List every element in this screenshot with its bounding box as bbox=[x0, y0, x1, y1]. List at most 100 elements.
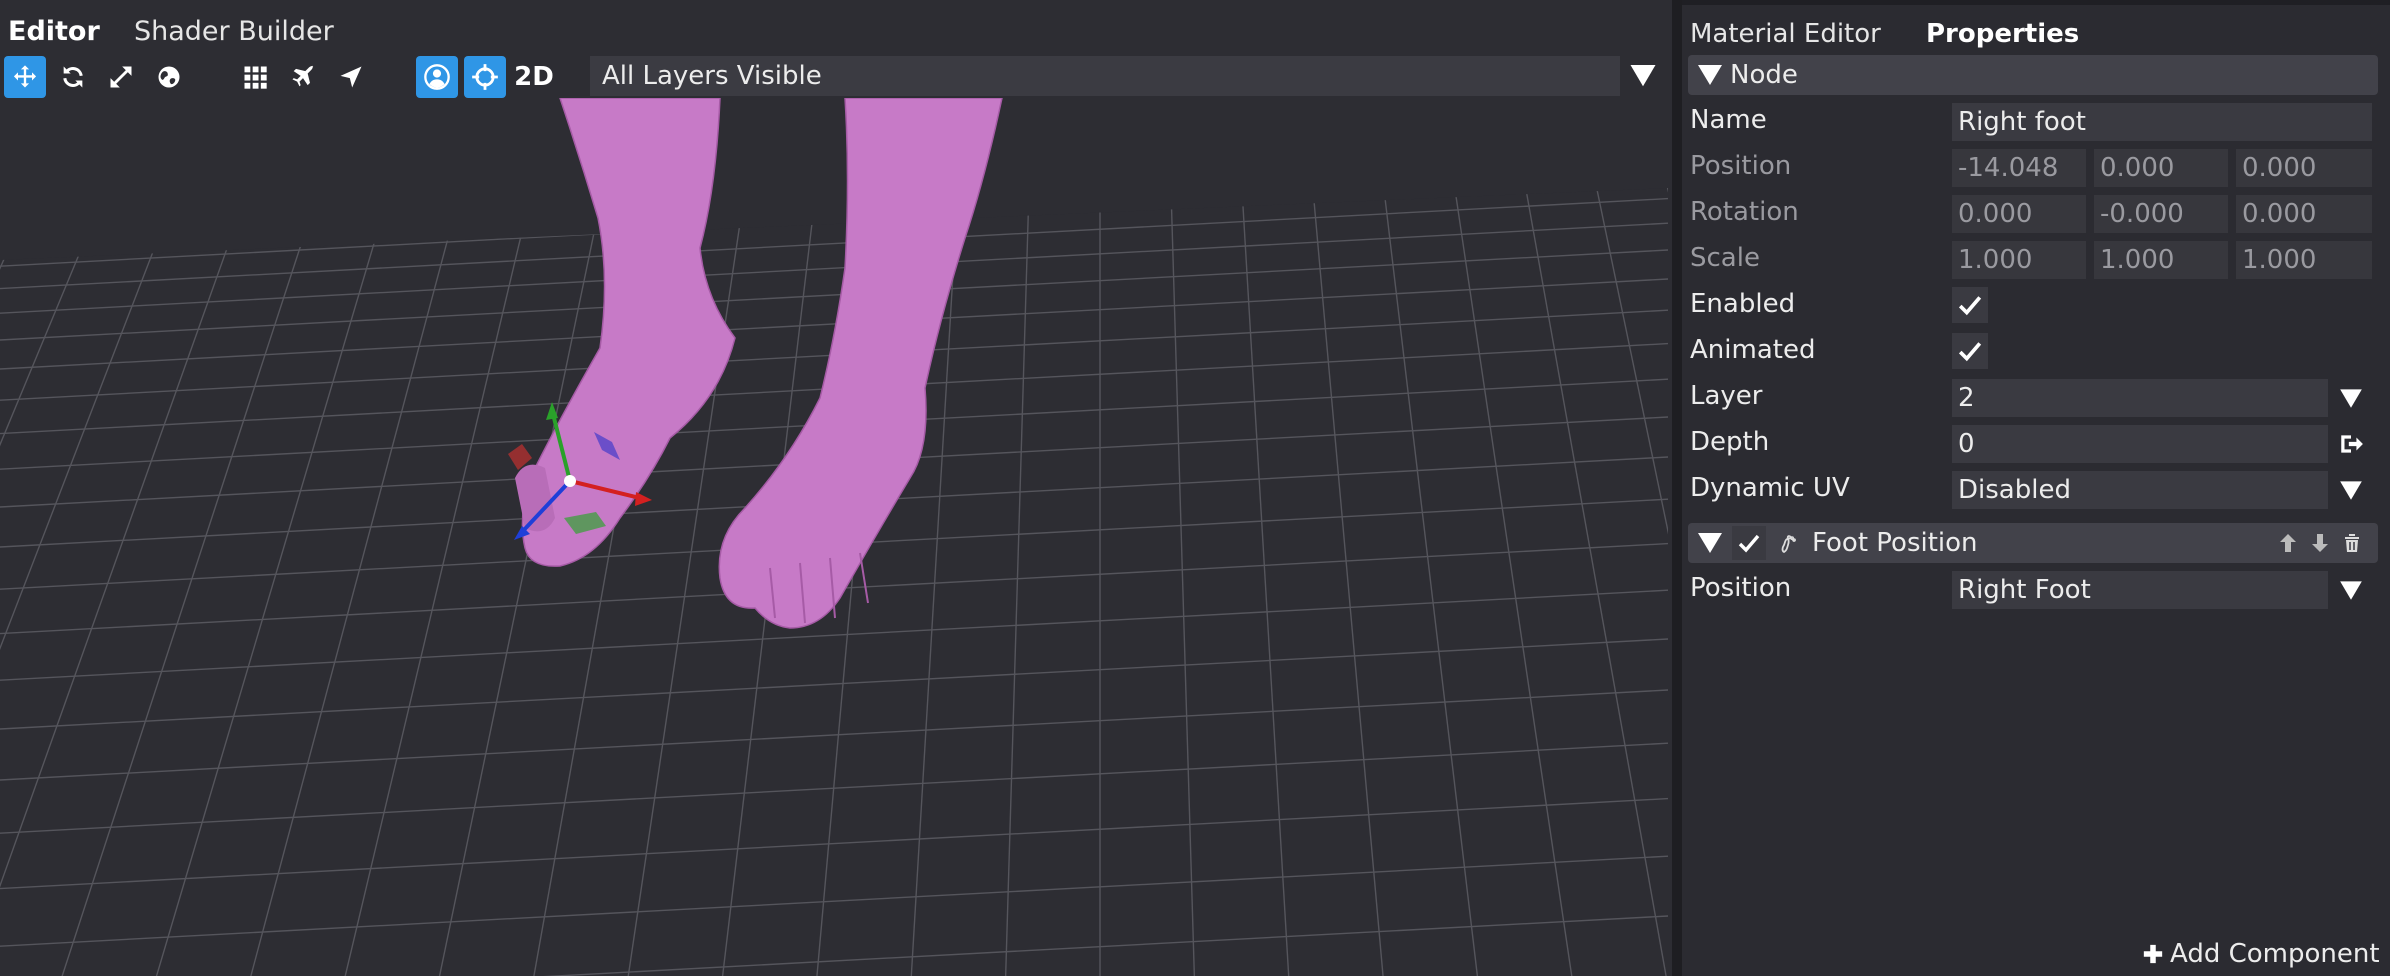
dropdown-arrow-icon[interactable] bbox=[2338, 577, 2364, 603]
pane-splitter[interactable] bbox=[1672, 0, 1682, 976]
collapse-triangle-icon[interactable] bbox=[1698, 65, 1722, 85]
grid-line bbox=[1100, 98, 1668, 976]
grid-line bbox=[1100, 98, 1668, 976]
grid-line bbox=[1100, 98, 1668, 976]
tab-material-editor[interactable]: Material Editor bbox=[1690, 19, 1881, 49]
depth-input[interactable]: 0 bbox=[1952, 425, 2328, 463]
rotation-z-input[interactable]: 0.000 bbox=[2236, 195, 2372, 233]
tab-editor[interactable]: Editor bbox=[8, 16, 100, 47]
scale-row: Scale 1.000 1.000 1.000 bbox=[1682, 237, 2390, 283]
scale-icon bbox=[110, 66, 132, 88]
link-out-icon[interactable] bbox=[2338, 431, 2364, 457]
grid-line bbox=[0, 249, 1668, 341]
node-section-header[interactable]: Node bbox=[1688, 55, 2378, 95]
layer-row: Layer 2 bbox=[1682, 375, 2390, 421]
dropdown-arrow-icon[interactable] bbox=[2338, 477, 2364, 503]
scale-tool-button[interactable] bbox=[100, 56, 142, 98]
component-header-foot-position[interactable]: Foot Position bbox=[1688, 523, 2378, 563]
grid-line bbox=[1100, 98, 1668, 976]
grid-line bbox=[1100, 98, 1668, 976]
foot-icon bbox=[1781, 535, 1796, 554]
tab-shader-builder[interactable]: Shader Builder bbox=[134, 16, 334, 47]
grid-icon bbox=[244, 66, 267, 89]
grid-line bbox=[1100, 98, 1668, 976]
depth-label: Depth bbox=[1690, 427, 1770, 457]
grid-toggle-button[interactable] bbox=[234, 56, 276, 98]
grid-line bbox=[0, 689, 1668, 781]
grid-line bbox=[1100, 98, 1668, 976]
enabled-checkbox[interactable] bbox=[1952, 287, 1988, 323]
grid-line bbox=[1100, 98, 1668, 976]
component-title: Foot Position bbox=[1812, 528, 1978, 558]
dropdown-arrow-icon[interactable] bbox=[2338, 385, 2364, 411]
tab-properties[interactable]: Properties bbox=[1926, 19, 2079, 49]
scene-canvas[interactable] bbox=[0, 98, 1668, 976]
position-y-input[interactable]: 0.000 bbox=[2094, 149, 2228, 187]
globe-icon bbox=[158, 66, 180, 88]
foot-position-row: Position Right Foot bbox=[1682, 567, 2390, 613]
position-x-input[interactable]: -14.048 bbox=[1952, 149, 2086, 187]
collapse-triangle-icon[interactable] bbox=[1698, 533, 1722, 553]
grid-line bbox=[1100, 98, 1668, 976]
grid-line bbox=[1100, 98, 1668, 976]
grid-line bbox=[1100, 98, 1668, 976]
enabled-row: Enabled bbox=[1682, 283, 2390, 329]
mode-2d-button[interactable]: 2D bbox=[510, 56, 558, 98]
3d-viewport[interactable] bbox=[0, 98, 1668, 976]
grid-line bbox=[1645, 98, 1668, 193]
trash-icon[interactable] bbox=[2340, 531, 2364, 555]
grid-line bbox=[1100, 98, 1668, 976]
pivot-button[interactable] bbox=[464, 56, 506, 98]
rotation-x-input[interactable]: 0.000 bbox=[1952, 195, 2086, 233]
scale-x-input[interactable]: 1.000 bbox=[1952, 241, 2086, 279]
checkmark-icon bbox=[1958, 342, 1982, 362]
scale-label: Scale bbox=[1690, 243, 1760, 273]
layers-visibility-select[interactable]: All Layers Visible bbox=[590, 56, 1620, 96]
add-component-label: Add Component bbox=[2170, 939, 2380, 969]
grid-line bbox=[1100, 98, 1668, 976]
grid-line bbox=[1100, 98, 1668, 976]
fly-mode-button[interactable] bbox=[282, 56, 324, 98]
animated-row: Animated bbox=[1682, 329, 2390, 375]
add-component-button[interactable]: Add Component bbox=[2142, 939, 2380, 969]
dropdown-arrow-icon[interactable] bbox=[1628, 60, 1658, 90]
grid-line bbox=[1100, 98, 1668, 976]
gizmo-center[interactable] bbox=[564, 475, 576, 487]
grid-line bbox=[1235, 98, 1290, 976]
foot-position-select[interactable]: Right Foot bbox=[1952, 571, 2328, 609]
move-tool-button[interactable] bbox=[4, 56, 46, 98]
rotation-y-input[interactable]: -0.000 bbox=[2094, 195, 2228, 233]
component-enabled-checkbox[interactable] bbox=[1732, 526, 1766, 560]
scale-y-input[interactable]: 1.000 bbox=[2094, 241, 2228, 279]
name-input[interactable]: Right foot bbox=[1952, 103, 2372, 141]
move-up-icon[interactable] bbox=[2276, 531, 2300, 555]
position-z-input[interactable]: 0.000 bbox=[2236, 149, 2372, 187]
grid-line bbox=[1100, 98, 1668, 976]
gizmo-x-arrow[interactable] bbox=[635, 492, 652, 506]
scale-z-input[interactable]: 1.000 bbox=[2236, 241, 2372, 279]
grid-line bbox=[1100, 98, 1668, 976]
avatar-view-button[interactable] bbox=[416, 56, 458, 98]
grid-line bbox=[1100, 98, 1668, 976]
animated-checkbox[interactable] bbox=[1952, 333, 1988, 369]
grid-line bbox=[1100, 98, 1668, 976]
grid-line bbox=[1100, 98, 1668, 976]
grid-line bbox=[0, 742, 1668, 834]
avatar-icon bbox=[424, 64, 450, 90]
navigate-button[interactable] bbox=[330, 56, 372, 98]
grid-line bbox=[1100, 98, 1668, 976]
rotate-tool-button[interactable] bbox=[52, 56, 94, 98]
sky-background bbox=[0, 98, 1668, 260]
grid-line bbox=[1100, 98, 1668, 976]
node-section-title: Node bbox=[1730, 60, 1798, 90]
dynamic-uv-select[interactable]: Disabled bbox=[1952, 471, 2328, 509]
move-down-icon[interactable] bbox=[2308, 531, 2332, 555]
grid-line bbox=[1100, 98, 1668, 976]
world-space-button[interactable] bbox=[148, 56, 190, 98]
grid-line bbox=[1100, 98, 1668, 976]
grid-line bbox=[0, 638, 1668, 730]
grid-line bbox=[1100, 98, 1668, 976]
grid-line bbox=[1100, 98, 1668, 976]
plane-icon bbox=[292, 65, 314, 87]
layer-select[interactable]: 2 bbox=[1952, 379, 2328, 417]
